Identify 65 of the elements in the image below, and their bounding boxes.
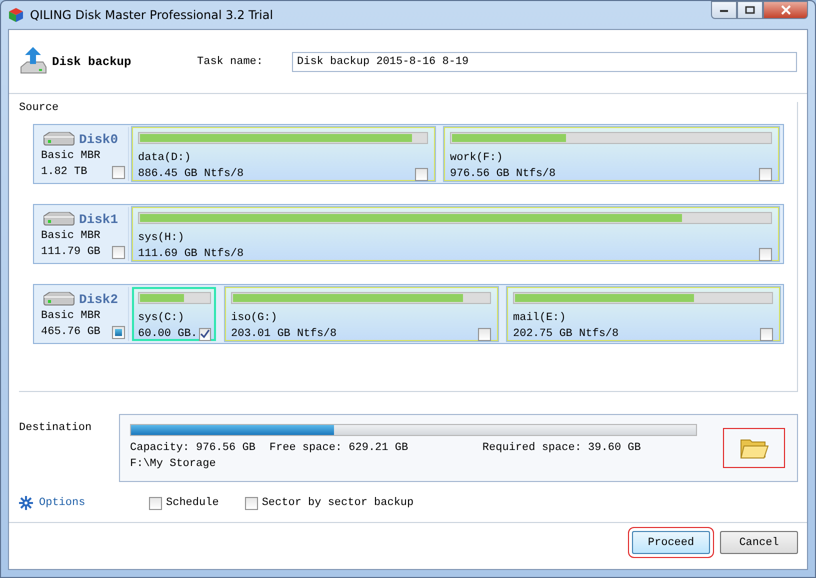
hard-drive-icon	[41, 292, 75, 306]
capacity-text: Capacity: 976.56 GB	[130, 442, 256, 454]
dialog-button[interactable]: Cancel	[720, 531, 798, 554]
disk-name: Disk0	[79, 132, 118, 146]
partition-info: 203.01 GB Ntfs/8	[231, 327, 337, 342]
task-name-field[interactable]: Disk backup 2015-8-16 8-19	[292, 52, 797, 72]
partition-card[interactable]: sys(C:) 60.00 GB.	[132, 287, 216, 341]
partition-label: sys(H:)	[138, 231, 186, 246]
checkbox[interactable]	[759, 248, 772, 260]
disk-upload-icon	[19, 46, 47, 76]
disk-type: Basic MBR	[41, 309, 102, 324]
checkbox[interactable]	[415, 168, 428, 180]
checkbox-label: Schedule	[166, 497, 219, 509]
close-button[interactable]	[763, 1, 808, 19]
partition-card[interactable]: mail(E:) 202.75 GB Ntfs/8	[507, 287, 780, 341]
hard-drive-icon	[41, 132, 75, 146]
close-icon	[780, 5, 792, 15]
required-space-text: Required space: 39.60 GB	[482, 442, 641, 454]
partition-card[interactable]: work(F:) 976.56 GB Ntfs/8	[444, 127, 779, 181]
destination-path: F:\My Storage	[130, 458, 217, 470]
minimize-button[interactable]	[711, 1, 737, 19]
checkbox[interactable]	[112, 246, 125, 258]
free-space-text: Free space: 629.21 GB	[269, 442, 410, 454]
partition-label: sys(C:)	[138, 311, 186, 326]
partition-info: 976.56 GB Ntfs/8	[450, 167, 556, 182]
disk-size: 465.76 GB	[41, 325, 100, 340]
maximize-icon	[745, 6, 755, 14]
partition-info: 886.45 GB Ntfs/8	[138, 167, 244, 182]
hard-drive-icon	[41, 212, 75, 226]
partition-label: work(F:)	[450, 151, 504, 166]
field-label: Task name:	[197, 56, 264, 68]
checkbox-label: Sector by sector backup	[262, 497, 414, 509]
partition-card[interactable]: sys(H:) 111.69 GB Ntfs/8	[132, 207, 779, 261]
page-title: Disk backup	[52, 54, 132, 68]
section-label: Destination	[19, 421, 93, 436]
partition-label: data(D:)	[138, 151, 192, 166]
app-logo-icon	[8, 7, 24, 23]
disk-name: Disk1	[79, 212, 118, 226]
partition-card[interactable]: iso(G:) 203.01 GB Ntfs/8	[225, 287, 498, 341]
checkbox[interactable]	[478, 328, 491, 340]
checkbox[interactable]	[112, 326, 125, 338]
partition-label: mail(E:)	[513, 311, 567, 326]
gear-icon	[19, 496, 33, 510]
maximize-button[interactable]	[737, 1, 763, 19]
checkbox[interactable]	[199, 328, 212, 340]
checkbox[interactable]	[760, 328, 773, 340]
checkbox[interactable]	[112, 166, 125, 178]
disk-size: 1.82 TB	[41, 165, 88, 180]
disk-size: 111.79 GB	[41, 245, 100, 260]
checkbox[interactable]	[759, 168, 772, 180]
partition-info: 60.00 GB.	[138, 327, 198, 342]
partition-info: 202.75 GB Ntfs/8	[513, 327, 619, 342]
minimize-icon	[719, 7, 729, 13]
window-title: QILING Disk Master Professional 3.2 Trial	[30, 8, 274, 22]
disk-name: Disk2	[79, 292, 118, 306]
disk-type: Basic MBR	[41, 229, 102, 244]
checkbox[interactable]	[244, 496, 258, 510]
section-label: Source	[19, 102, 60, 114]
checkbox[interactable]	[149, 496, 162, 510]
disk-type: Basic MBR	[41, 149, 102, 164]
partition-card[interactable]: data(D:) 886.45 GB Ntfs/8	[132, 127, 435, 181]
browse-button[interactable]	[723, 428, 785, 468]
partition-label: iso(G:)	[231, 311, 278, 326]
options-link[interactable]: Options	[19, 496, 149, 510]
partition-info: 111.69 GB Ntfs/8	[138, 247, 244, 262]
